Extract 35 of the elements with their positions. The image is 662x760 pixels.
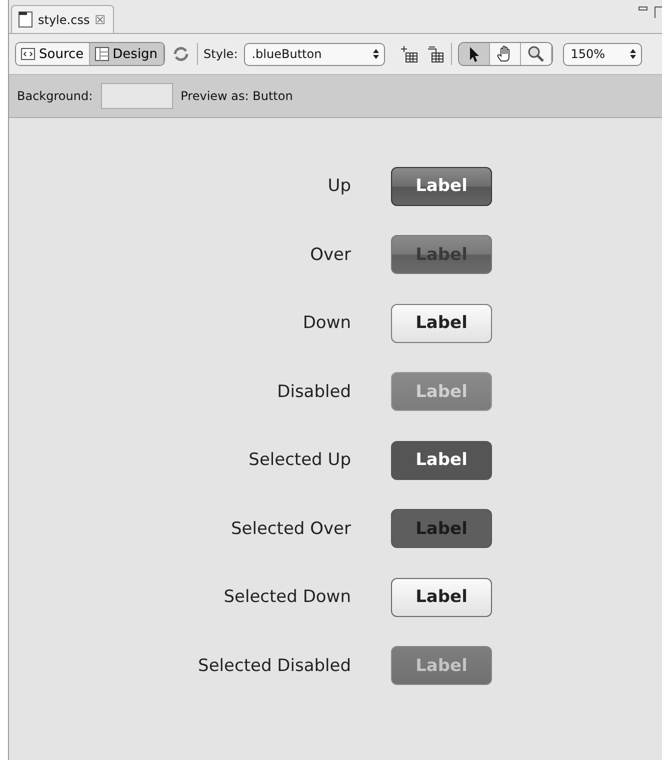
label-button[interactable]: Label [391, 578, 492, 617]
stepper-icon [372, 48, 380, 60]
minimize-icon[interactable] [638, 6, 648, 12]
hand-tool[interactable] [490, 43, 521, 65]
label-button[interactable]: Label [391, 304, 492, 343]
state-name: Down [302, 313, 351, 334]
close-button[interactable]: ☒ [94, 12, 106, 26]
state-name: Selected Disabled [197, 656, 351, 676]
state-name: Selected Down [222, 587, 351, 608]
magnifier-icon [526, 44, 546, 64]
layout-icon [94, 47, 109, 61]
style-label: Style: [204, 47, 238, 61]
maximize-icon[interactable] [654, 6, 662, 18]
background-field[interactable] [100, 83, 173, 109]
state-name: Selected Up [248, 450, 351, 470]
state-name: Up [326, 176, 351, 196]
label-button[interactable]: Label [391, 440, 492, 480]
view-button[interactable]: Source [16, 43, 90, 65]
tab-title: style.css [38, 12, 90, 26]
pointer-tool[interactable] [458, 43, 490, 65]
zoom-tool[interactable] [520, 43, 552, 65]
add-grid-icon[interactable] [398, 44, 419, 64]
view-button[interactable]: Design [90, 43, 164, 65]
style-dropdown[interactable]: .blueButton [244, 42, 385, 66]
code-icon [21, 48, 35, 60]
background-label: Background: [17, 89, 93, 103]
file-icon [18, 11, 33, 28]
state-name: Disabled [276, 382, 351, 402]
preview-label: Preview as: Button [180, 89, 293, 103]
file-tab[interactable]: style.css ☒ [11, 5, 114, 33]
state-name: Over [309, 244, 351, 265]
state-name: Selected Over [230, 518, 351, 539]
label-button[interactable]: Label [391, 166, 492, 206]
zoom-dropdown[interactable]: 150% [562, 42, 642, 66]
stepper-icon [628, 48, 637, 60]
